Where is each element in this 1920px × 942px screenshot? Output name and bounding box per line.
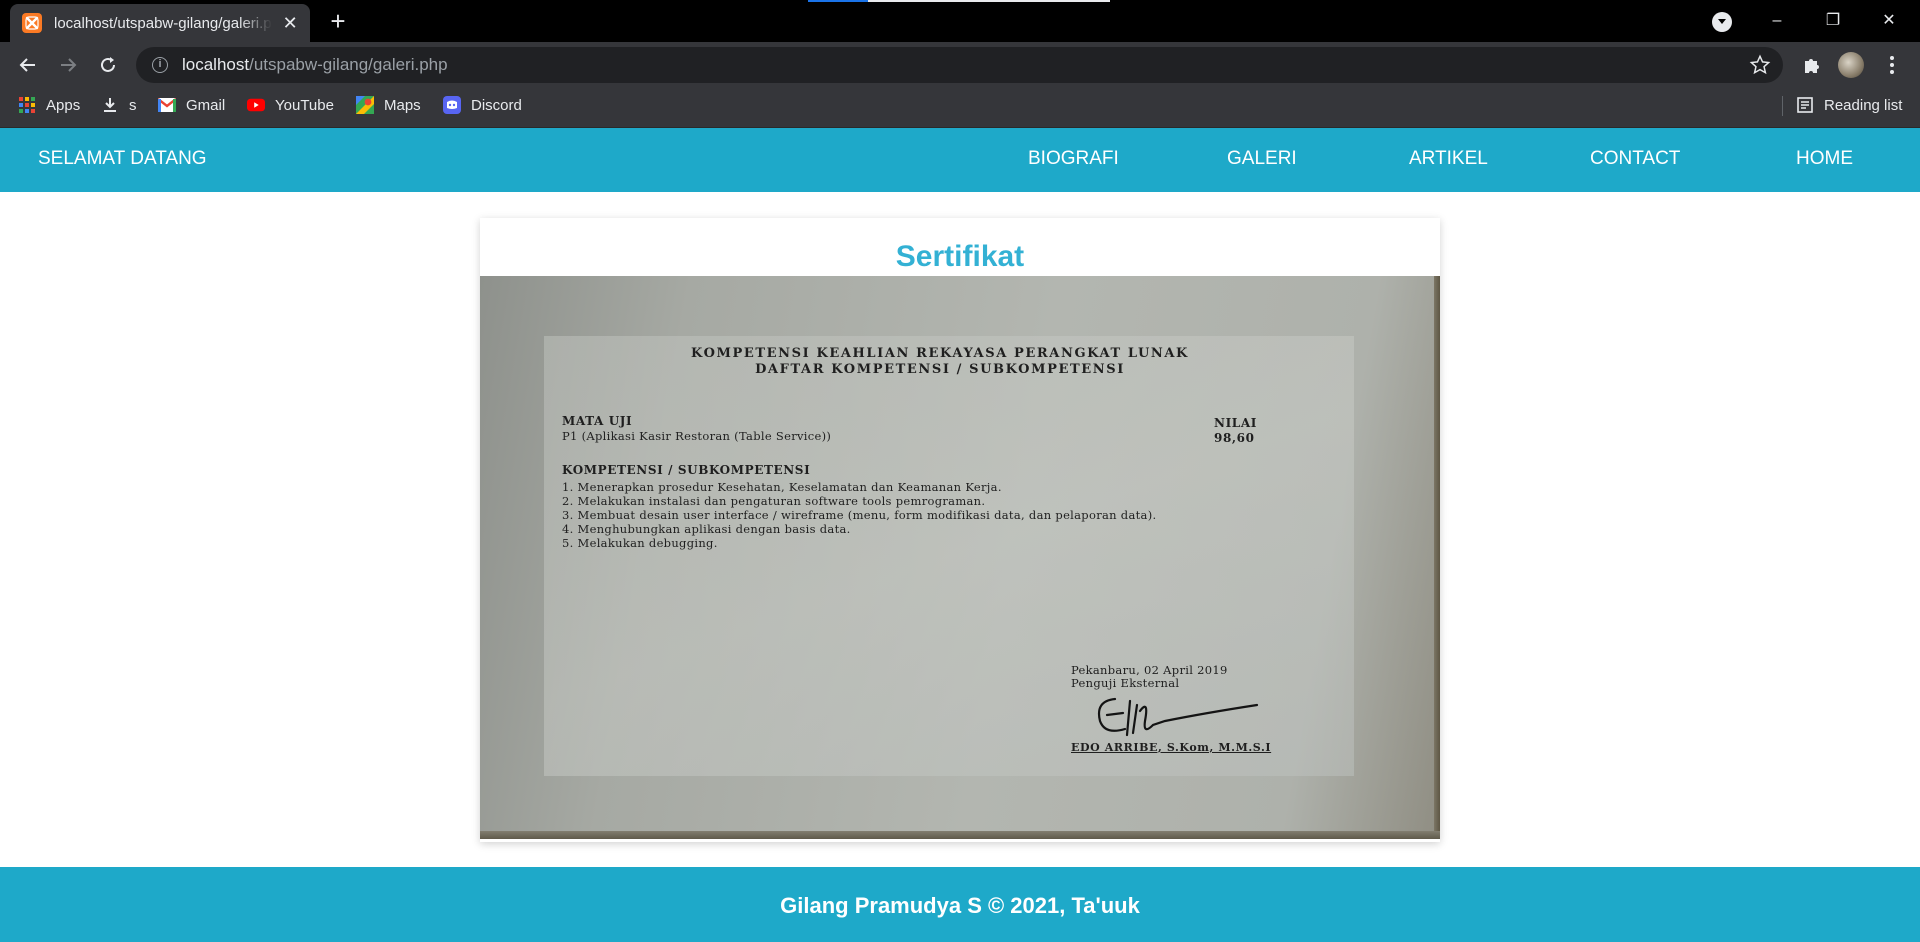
- bookmarks-bar: Apps s Gmail YouTube Maps Discord Readin…: [0, 88, 1920, 128]
- bookmark-label: Apps: [46, 96, 81, 114]
- photo-edge-shadow: [480, 831, 1440, 839]
- nav-link-biografi[interactable]: BIOGRAFI: [1028, 148, 1119, 170]
- mata-uji-value: P1 (Aplikasi Kasir Restoran (Table Servi…: [562, 429, 832, 443]
- apps-grid-icon: [18, 96, 36, 114]
- browser-tab-strip: localhost/utspabw-gilang/galeri.php ✕ + …: [0, 0, 1920, 42]
- tab-title: localhost/utspabw-gilang/galeri.php: [54, 14, 273, 32]
- discord-icon: [443, 96, 461, 114]
- url-text[interactable]: localhost/utspabw-gilang/galeri.php: [182, 55, 448, 75]
- tab-strip-highlight: [868, 0, 1110, 2]
- reading-list-button[interactable]: Reading list: [1796, 88, 1902, 122]
- bookmark-gmail[interactable]: Gmail: [158, 88, 225, 122]
- certificate-place-date: Pekanbaru, 02 April 2019: [1071, 663, 1228, 677]
- site-info-icon[interactable]: i: [152, 57, 168, 73]
- bookmark-label: Maps: [384, 96, 421, 114]
- back-button[interactable]: [14, 51, 42, 79]
- site-navbar: SELAMAT DATANG BIOGRAFI GALERI ARTIKEL C…: [0, 128, 1920, 192]
- bookmark-maps[interactable]: Maps: [356, 88, 421, 122]
- certificate-examiner-role: Penguji Eksternal: [1071, 676, 1180, 690]
- maps-icon: [356, 96, 374, 114]
- kompetensi-item-1: 1. Menerapkan prosedur Kesehatan, Kesela…: [562, 480, 1002, 494]
- kompetensi-item-4: 4. Menghubungkan aplikasi dengan basis d…: [562, 522, 851, 536]
- card-title: Sertifikat: [895, 240, 1025, 273]
- certificate-heading-1: KOMPETENSI KEAHLIAN REKAYASA PERANGKAT L…: [691, 346, 1189, 361]
- tab-search-icon[interactable]: [1712, 12, 1732, 32]
- bookmark-apps[interactable]: Apps: [18, 88, 80, 122]
- reading-list-label: Reading list: [1824, 96, 1903, 114]
- xampp-favicon-icon: [22, 13, 42, 33]
- tab-close-icon[interactable]: ✕: [282, 14, 298, 32]
- forward-button[interactable]: [54, 51, 82, 79]
- gallery-card: Sertifikat KOMPETENSI KEAHLIAN REKAYASA …: [480, 218, 1440, 842]
- bookmark-s[interactable]: s: [101, 88, 137, 122]
- photo-edge-shadow: [1434, 276, 1440, 839]
- bookmark-star-icon[interactable]: [1749, 54, 1771, 81]
- tab-strip-accent: [808, 0, 868, 2]
- mata-uji-label: MATA UJI: [562, 414, 633, 428]
- browser-menu-icon[interactable]: [1878, 51, 1906, 79]
- bookmark-label: YouTube: [275, 96, 334, 114]
- nav-link-contact[interactable]: CONTACT: [1590, 148, 1680, 170]
- certificate-photo: KOMPETENSI KEAHLIAN REKAYASA PERANGKAT L…: [480, 276, 1440, 839]
- certificate-heading-2: DAFTAR KOMPETENSI / SUBKOMPETENSI: [755, 362, 1125, 377]
- download-icon: [101, 96, 119, 114]
- nilai-label: NILAI: [1214, 416, 1257, 430]
- kompetensi-item-5: 5. Melakukan debugging.: [562, 536, 718, 550]
- nav-link-home[interactable]: HOME: [1796, 148, 1853, 170]
- reading-list-icon: [1796, 96, 1814, 114]
- kompetensi-item-2: 2. Melakukan instalasi dan pengaturan so…: [562, 494, 986, 508]
- examiner-signature: [1097, 697, 1259, 737]
- nav-link-galeri[interactable]: GALERI: [1227, 148, 1297, 170]
- youtube-icon: [247, 96, 265, 114]
- extensions-puzzle-icon[interactable]: [1798, 51, 1826, 79]
- examiner-name: EDO ARRIBE, S.Kom, M.M.S.I: [1071, 741, 1272, 754]
- bookmark-label: Discord: [471, 96, 522, 114]
- kompetensi-item-3: 3. Membuat desain user interface / wiref…: [562, 508, 1157, 522]
- minimize-button[interactable]: –: [1754, 6, 1800, 36]
- bookmark-discord[interactable]: Discord: [443, 88, 522, 122]
- kompetensi-label: KOMPETENSI / SUBKOMPETENSI: [562, 463, 811, 477]
- restore-button[interactable]: ❐: [1810, 6, 1856, 36]
- reload-button[interactable]: [94, 51, 122, 79]
- nilai-value: 98,60: [1214, 431, 1255, 445]
- bookmarks-divider: [1782, 96, 1783, 116]
- close-window-button[interactable]: ✕: [1866, 6, 1912, 36]
- browser-toolbar: i localhost/utspabw-gilang/galeri.php: [0, 42, 1920, 88]
- profile-avatar[interactable]: [1837, 51, 1865, 79]
- gmail-icon: [158, 96, 176, 114]
- nav-link-artikel[interactable]: ARTIKEL: [1409, 148, 1488, 170]
- site-brand[interactable]: SELAMAT DATANG: [38, 148, 207, 170]
- footer-copyright: Gilang Pramudya S © 2021, Ta'uuk: [780, 893, 1140, 918]
- new-tab-button[interactable]: +: [324, 8, 352, 36]
- site-footer: Gilang Pramudya S © 2021, Ta'uuk: [0, 867, 1920, 942]
- bookmark-label: Gmail: [186, 96, 226, 114]
- bookmark-label: s: [129, 96, 137, 114]
- bookmark-youtube[interactable]: YouTube: [247, 88, 334, 122]
- browser-tab-active[interactable]: localhost/utspabw-gilang/galeri.php ✕: [10, 4, 310, 42]
- address-bar[interactable]: i localhost/utspabw-gilang/galeri.php: [136, 47, 1783, 83]
